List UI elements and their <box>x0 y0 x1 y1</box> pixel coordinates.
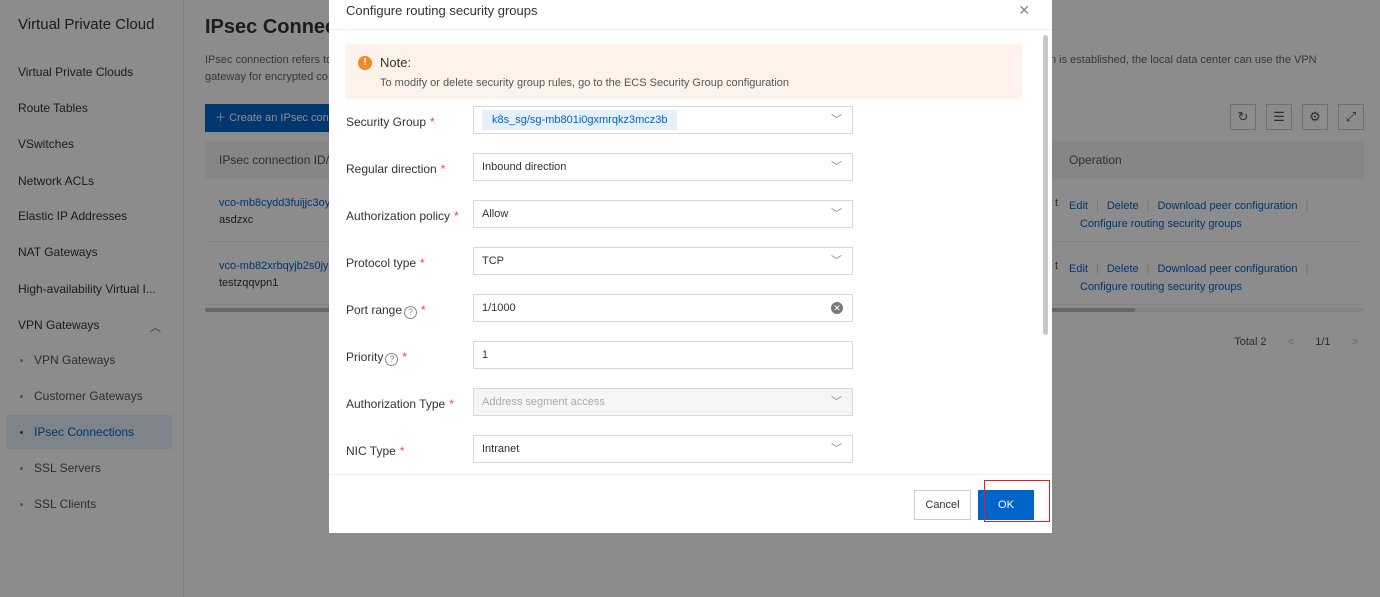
label-text: Security Group <box>346 115 427 129</box>
security-group-label: Security Group * <box>346 115 435 129</box>
help-icon[interactable]: ? <box>404 306 418 319</box>
configure-routing-dialog: Configure routing security groups ✕ ! No… <box>329 0 1052 533</box>
nic-type-value: Intranet <box>482 443 520 455</box>
note-banner: ! Note: To modify or delete security gro… <box>346 44 1022 99</box>
priority-input[interactable]: 1 <box>473 341 853 369</box>
priority-label: Priority? * <box>346 350 408 366</box>
priority-value: 1 <box>482 349 489 361</box>
direction-select[interactable]: Inbound direction ﹀ <box>473 153 853 181</box>
chevron-down-icon: ﹀ <box>831 396 842 408</box>
direction-label: Regular direction * <box>346 162 446 176</box>
security-group-select[interactable]: k8s_sg/sg-mb801i0gxmrqkz3mcz3b ﹀ <box>473 106 853 134</box>
port-range-label: Port range? * <box>346 303 426 319</box>
dialog-scrollbar[interactable] <box>1043 35 1048 335</box>
port-range-input[interactable]: 1/1000 ✕ <box>473 294 853 322</box>
chevron-down-icon: ﹀ <box>831 161 842 173</box>
port-range-value: 1/1000 <box>482 302 516 314</box>
policy-select[interactable]: Allow ﹀ <box>473 200 853 228</box>
label-text: NIC Type <box>346 444 396 458</box>
policy-label: Authorization policy * <box>346 209 459 223</box>
label-text: Authorization policy <box>346 209 451 223</box>
chevron-down-icon: ﹀ <box>831 208 842 220</box>
help-icon[interactable]: ? <box>385 353 399 366</box>
protocol-value: TCP <box>482 255 504 267</box>
auth-type-label: Authorization Type * <box>346 397 454 411</box>
label-text: Port range <box>346 303 403 317</box>
warning-icon: ! <box>358 56 372 70</box>
clear-icon[interactable]: ✕ <box>831 302 843 314</box>
note-text: To modify or delete security group rules… <box>380 77 790 89</box>
highlight-box <box>984 480 1050 522</box>
protocol-select[interactable]: TCP ﹀ <box>473 247 853 275</box>
label-text: Priority <box>346 350 384 364</box>
auth-type-select: Address segment access ﹀ <box>473 388 853 416</box>
protocol-label: Protocol type * <box>346 256 425 270</box>
security-group-tag: k8s_sg/sg-mb801i0gxmrqkz3mcz3b <box>482 110 678 130</box>
dialog-header: Configure routing security groups ✕ <box>329 0 1052 30</box>
chevron-down-icon: ﹀ <box>831 255 842 267</box>
nic-type-select[interactable]: Intranet ﹀ <box>473 435 853 463</box>
close-icon[interactable]: ✕ <box>1018 2 1030 19</box>
cancel-button[interactable]: Cancel <box>914 490 971 520</box>
note-title: Note: <box>380 55 412 70</box>
policy-value: Allow <box>482 208 509 220</box>
label-text: Protocol type <box>346 256 417 270</box>
label-text: Authorization Type <box>346 397 446 411</box>
direction-value: Inbound direction <box>482 161 567 173</box>
chevron-down-icon: ﹀ <box>831 443 842 455</box>
chevron-down-icon: ﹀ <box>831 114 842 126</box>
dialog-title: Configure routing security groups <box>346 3 538 18</box>
nic-type-label: NIC Type * <box>346 444 405 458</box>
label-text: Regular direction <box>346 162 437 176</box>
auth-type-placeholder: Address segment access <box>482 396 605 408</box>
dialog-footer: Cancel OK <box>329 474 1052 533</box>
